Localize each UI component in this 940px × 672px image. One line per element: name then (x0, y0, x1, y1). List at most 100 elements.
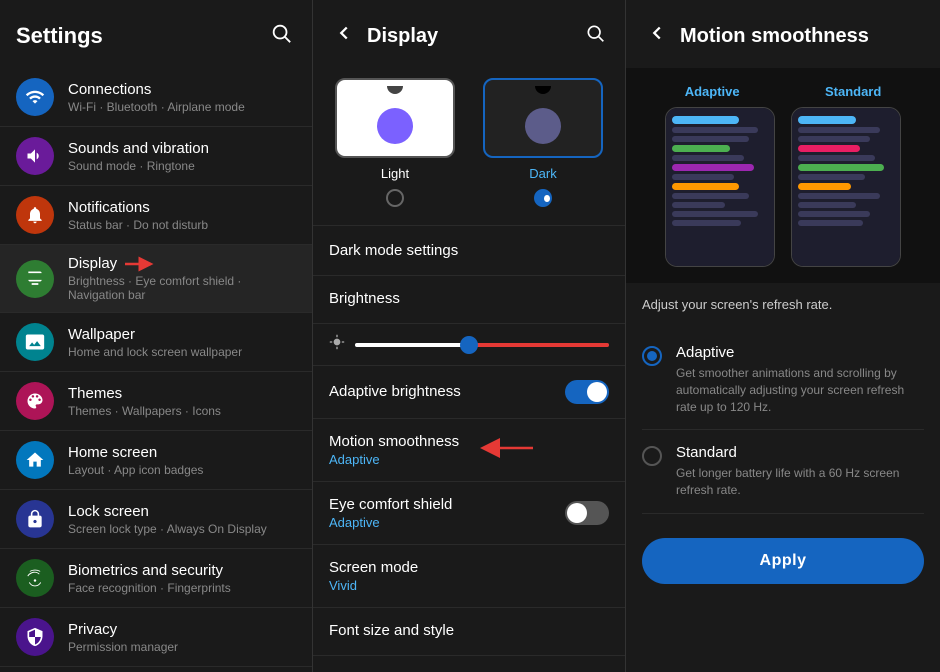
theme-preview-light (335, 78, 455, 158)
eye-comfort-item[interactable]: Eye comfort shield Adaptive (313, 482, 625, 545)
eye-comfort-row: Eye comfort shield Adaptive (329, 496, 609, 530)
display-header: Display (313, 0, 625, 68)
display-search-button[interactable] (581, 19, 609, 53)
screen-mode-item[interactable]: Screen mode Vivid (313, 545, 625, 608)
std-mock-row-10 (798, 202, 856, 208)
sidebar-item-connections[interactable]: Connections Wi-Fi · Bluetooth · Airplane… (0, 68, 312, 127)
mock-row-3 (672, 136, 749, 142)
theme-option-light[interactable]: Light (329, 78, 461, 207)
adaptive-brightness-toggle[interactable] (565, 380, 609, 404)
privacy-text: Privacy Permission manager (68, 621, 296, 654)
display-icon (16, 260, 54, 298)
home-screen-icon (16, 441, 54, 479)
sidebar-item-themes[interactable]: Themes Themes · Wallpapers · Icons (0, 372, 312, 431)
standard-option-title: Standard (676, 444, 924, 461)
connections-text: Connections Wi-Fi · Bluetooth · Airplane… (68, 81, 296, 114)
sidebar-item-display[interactable]: Display Brightness · Eye comfort shield … (0, 245, 312, 313)
sidebar-item-lock-screen[interactable]: Lock screen Screen lock type · Always On… (0, 490, 312, 549)
motion-smoothness-back-button[interactable] (642, 18, 672, 54)
home-screen-subtitle: Layout · App icon badges (68, 463, 296, 477)
std-mock-row-7 (798, 174, 865, 180)
adaptive-option[interactable]: Adaptive Get smoother animations and scr… (642, 330, 924, 430)
std-mock-row-6 (798, 164, 884, 171)
sidebar-item-privacy[interactable]: Privacy Permission manager (0, 608, 312, 667)
sidebar-item-biometrics[interactable]: Biometrics and security Face recognition… (0, 549, 312, 608)
adaptive-phone-mock (665, 107, 775, 267)
motion-smoothness-preview: Adaptive Standard (626, 68, 940, 283)
theme-radio-light[interactable] (386, 189, 404, 207)
std-mock-row-5 (798, 155, 875, 161)
settings-search-button[interactable] (266, 18, 296, 54)
sidebar-item-sounds[interactable]: Sounds and vibration Sound mode · Ringto… (0, 127, 312, 186)
standard-preview-label: Standard (825, 84, 881, 99)
wallpaper-text: Wallpaper Home and lock screen wallpaper (68, 326, 296, 359)
mock-row-7 (672, 174, 734, 180)
sidebar-item-notifications[interactable]: Notifications Status bar · Do not distur… (0, 186, 312, 245)
motion-smoothness-header: Motion smoothness (626, 0, 940, 68)
motion-smoothness-value: Adaptive (329, 452, 459, 467)
notifications-icon (16, 196, 54, 234)
biometrics-icon (16, 559, 54, 597)
std-mock-row-1 (798, 116, 856, 124)
themes-subtitle: Themes · Wallpapers · Icons (68, 404, 296, 418)
standard-option[interactable]: Standard Get longer battery life with a … (642, 430, 924, 514)
sounds-subtitle: Sound mode · Ringtone (68, 159, 296, 173)
settings-title: Settings (16, 23, 103, 49)
adaptive-option-title: Adaptive (676, 344, 924, 361)
motion-smoothness-label: Motion smoothness (329, 433, 459, 450)
privacy-subtitle: Permission manager (68, 640, 296, 654)
standard-option-text: Standard Get longer battery life with a … (676, 444, 924, 499)
theme-option-dark[interactable]: Dark (477, 78, 609, 207)
eye-comfort-toggle[interactable] (565, 501, 609, 525)
biometrics-subtitle: Face recognition · Fingerprints (68, 581, 296, 595)
sidebar-item-home-screen[interactable]: Home screen Layout · App icon badges (0, 431, 312, 490)
eye-comfort-label: Eye comfort shield (329, 496, 452, 513)
home-screen-title: Home screen (68, 444, 296, 461)
motion-smoothness-item[interactable]: Motion smoothness Adaptive (313, 419, 625, 482)
sounds-icon (16, 137, 54, 175)
motion-smoothness-row: Motion smoothness Adaptive (329, 433, 609, 467)
lock-screen-text: Lock screen Screen lock type · Always On… (68, 503, 296, 536)
mock-row-4 (672, 145, 730, 152)
display-title-header: Display (367, 25, 581, 48)
display-panel: Display Light Dark D (313, 0, 626, 672)
sidebar-item-wallpaper[interactable]: Wallpaper Home and lock screen wallpaper (0, 313, 312, 372)
display-title: Display (68, 255, 296, 272)
adaptive-radio[interactable] (642, 346, 662, 366)
std-mock-row-3 (798, 136, 870, 142)
theme-label-dark: Dark (529, 166, 556, 181)
privacy-title: Privacy (68, 621, 296, 638)
motion-smoothness-panel: Motion smoothness Adaptive Standard (626, 0, 940, 672)
brightness-slider[interactable] (355, 343, 609, 347)
connections-icon (16, 78, 54, 116)
motion-options-list: Adaptive Get smoother animations and scr… (626, 322, 940, 522)
phone-previews (642, 107, 924, 267)
theme-label-light: Light (381, 166, 409, 181)
lock-screen-subtitle: Screen lock type · Always On Display (68, 522, 296, 536)
motion-smoothness-arrow-annotation (475, 438, 535, 463)
theme-radio-dark[interactable] (534, 189, 552, 207)
motion-description: Adjust your screen's refresh rate. (626, 283, 940, 322)
brightness-item: Brightness (313, 276, 625, 324)
display-back-button[interactable] (329, 18, 359, 54)
std-mock-row-11 (798, 211, 870, 217)
notifications-subtitle: Status bar · Do not disturb (68, 218, 296, 232)
standard-option-desc: Get longer battery life with a 60 Hz scr… (676, 465, 924, 499)
adaptive-brightness-item[interactable]: Adaptive brightness (313, 366, 625, 419)
screen-zoom-item[interactable]: Screen zoom (313, 656, 625, 672)
screen-mode-label: Screen mode (329, 559, 609, 576)
preview-labels: Adaptive Standard (642, 84, 924, 99)
motion-smoothness-text: Motion smoothness Adaptive (329, 433, 459, 467)
standard-radio[interactable] (642, 446, 662, 466)
theme-selector: Light Dark (313, 68, 625, 223)
adaptive-brightness-row: Adaptive brightness (329, 380, 609, 404)
apply-button[interactable]: Apply (642, 538, 924, 584)
connections-title: Connections (68, 81, 296, 98)
display-arrow-annotation (123, 256, 159, 272)
lock-screen-title: Lock screen (68, 503, 296, 520)
std-mock-row-8 (798, 183, 851, 190)
standard-phone-mock (791, 107, 901, 267)
font-size-item[interactable]: Font size and style (313, 608, 625, 656)
sounds-text: Sounds and vibration Sound mode · Ringto… (68, 140, 296, 173)
dark-mode-settings-item[interactable]: Dark mode settings (313, 228, 625, 276)
